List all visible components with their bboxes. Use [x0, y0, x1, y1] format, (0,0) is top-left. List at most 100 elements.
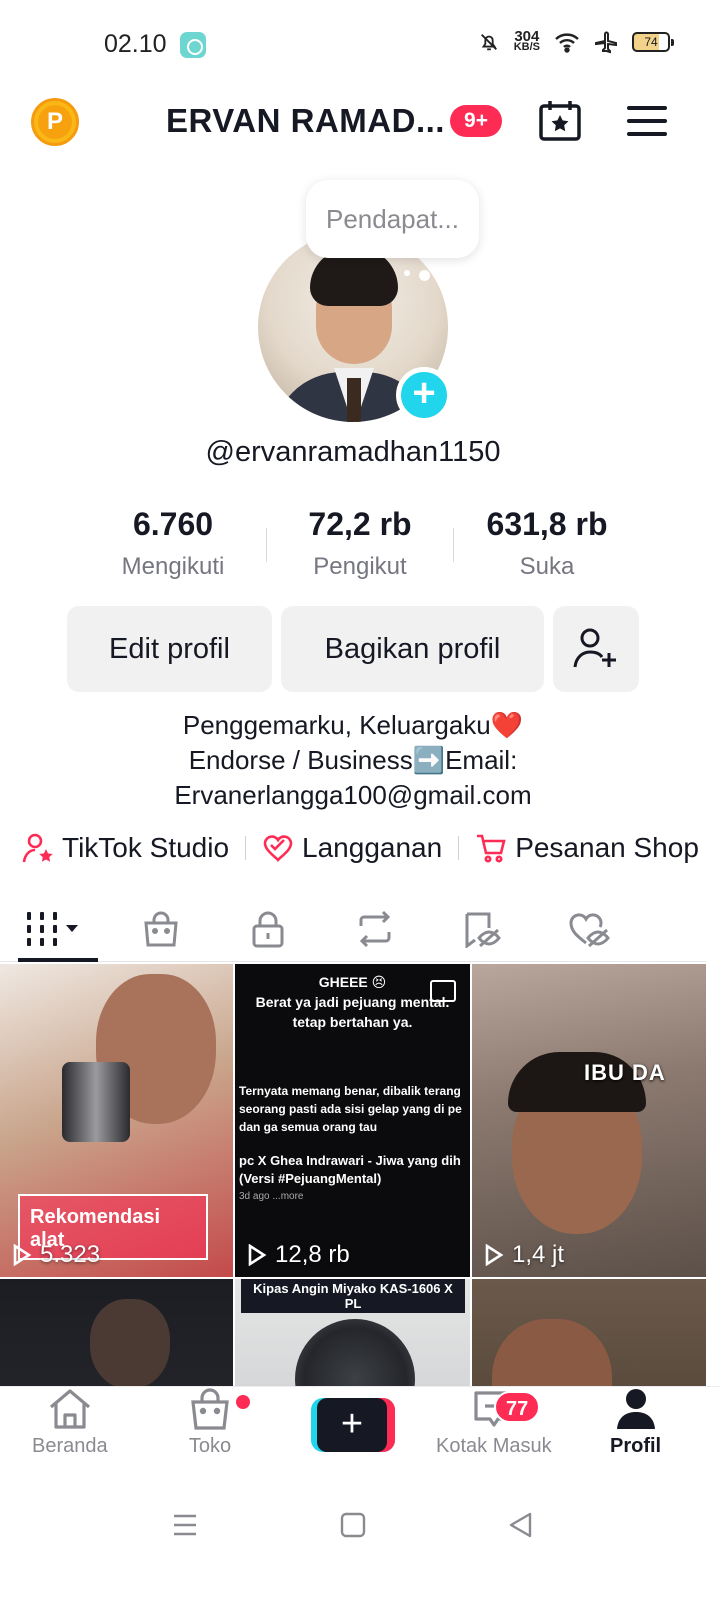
- network-speed-unit: KB/S: [513, 41, 540, 53]
- profile-shortcuts: TikTok Studio Langganan Pesanan Shop: [22, 828, 720, 868]
- back-triangle-icon[interactable]: [508, 1512, 534, 1538]
- edit-profile-button[interactable]: Edit profil: [67, 606, 272, 692]
- hamburger-menu-icon[interactable]: [626, 104, 668, 138]
- link-label: Pesanan Shop: [515, 832, 699, 863]
- divider: [458, 836, 460, 860]
- subscription-link[interactable]: Langganan: [262, 832, 442, 864]
- bio-line: Endorse / Business➡️Email:: [188, 745, 518, 775]
- subscription-icon: [263, 835, 293, 862]
- shopping-bag-icon: [191, 1388, 229, 1430]
- video-thumbnail[interactable]: IBU DA 1,4 jt: [472, 964, 706, 1277]
- caption-line: tetap bertahan ya.: [292, 1014, 413, 1030]
- video-caption: GHEEE 😣 Berat ya jadi pejuang mental. te…: [235, 972, 470, 1032]
- divider: [245, 836, 247, 860]
- tab-private[interactable]: [214, 896, 321, 961]
- note-bubble-tail: [404, 270, 410, 276]
- caption-text: Ternyata memang benar, dibalik terang se…: [239, 1084, 462, 1134]
- view-count: 1,4 jt: [484, 1241, 564, 1269]
- lock-icon: [252, 911, 283, 947]
- coin-letter: P: [38, 105, 72, 139]
- shopping-bag-icon: [143, 911, 178, 946]
- nav-shop[interactable]: Toko: [188, 1387, 232, 1458]
- profile-header: P ERVAN RAMAD... 9+: [0, 90, 720, 154]
- nav-label: Profil: [610, 1435, 662, 1457]
- stat-label: Suka: [519, 553, 575, 580]
- stat-likes[interactable]: 631,8 rb Suka: [454, 506, 640, 586]
- add-story-button[interactable]: +: [396, 367, 452, 423]
- thumbnail-fan: [295, 1319, 415, 1386]
- profile-person-icon: [616, 1389, 655, 1429]
- profile-bio: Penggemarku, Keluargaku❤️ Endorse / Busi…: [0, 708, 706, 813]
- stat-following[interactable]: 6.760 Mengikuti: [80, 506, 266, 586]
- play-icon: [248, 1244, 267, 1266]
- view-count: 12,8 rb: [247, 1241, 350, 1269]
- stat-value: 72,2 rb: [308, 506, 412, 542]
- plus-icon: +: [317, 1398, 387, 1452]
- caption-body: Ternyata memang benar, dibalik terang se…: [235, 1082, 470, 1206]
- nav-profile[interactable]: Profil: [610, 1387, 661, 1458]
- share-profile-button[interactable]: Bagikan profil: [281, 606, 544, 692]
- studio-icon: [22, 833, 53, 863]
- tab-liked[interactable]: [535, 896, 642, 961]
- tab-videos[interactable]: [0, 896, 107, 962]
- status-time: 02.10: [104, 30, 167, 58]
- caption-line: Berat ya jadi pejuang mental.: [255, 994, 450, 1010]
- stat-followers[interactable]: 72,2 rb Pengikut: [267, 506, 453, 586]
- view-count-text: 12,8 rb: [275, 1241, 350, 1268]
- stat-label: Pengikut: [313, 553, 407, 580]
- video-grid: Rekomendasi alat 5.323 GHEEE 😣 Berat ya …: [0, 964, 706, 1386]
- video-thumbnail[interactable]: GHEEE 😣 Berat ya jadi pejuang mental. te…: [235, 964, 470, 1277]
- link-label: TikTok Studio: [62, 832, 230, 863]
- recent-apps-icon[interactable]: [172, 1512, 198, 1538]
- tiktok-studio-link[interactable]: TikTok Studio: [22, 832, 229, 864]
- link-label: Langganan: [302, 832, 443, 863]
- app-notification-icon: [180, 32, 206, 58]
- wifi-icon: [555, 33, 579, 53]
- add-friend-button[interactable]: [553, 606, 639, 692]
- create-video-button[interactable]: +: [311, 1398, 395, 1452]
- system-navigation-bar: [0, 1490, 720, 1600]
- shop-orders-link[interactable]: Pesanan Shop: [475, 832, 699, 864]
- tab-reposts[interactable]: [321, 896, 428, 961]
- play-icon: [485, 1244, 504, 1266]
- view-count-text: 5.323: [40, 1241, 101, 1268]
- repost-icon: [359, 910, 390, 947]
- airplane-icon: [595, 31, 617, 54]
- caption-meta: 3d ago ...more: [239, 1191, 304, 1202]
- account-notification-badge[interactable]: 9+: [450, 105, 502, 137]
- battery-icon: 74: [632, 32, 674, 52]
- note-bubble[interactable]: Pendapat...: [306, 180, 479, 258]
- video-thumbnail[interactable]: Rekomendasi alat 5.323: [0, 964, 233, 1277]
- home-square-icon[interactable]: [340, 1512, 366, 1538]
- videos-grid-icon: [26, 911, 78, 946]
- account-switcher-title[interactable]: ERVAN RAMAD...: [166, 102, 445, 140]
- video-thumbnail[interactable]: [0, 1279, 233, 1386]
- home-icon: [49, 1389, 90, 1429]
- tab-shop[interactable]: [107, 896, 214, 961]
- bio-line: Penggemarku, Keluargaku❤️: [182, 710, 524, 740]
- calendar-star-icon[interactable]: [538, 100, 582, 142]
- caption-song: pc X Ghea Indrawari - Jiwa yang dih (Ver…: [239, 1153, 461, 1186]
- view-count-text: 1,4 jt: [512, 1241, 565, 1268]
- heart-hidden-icon: [568, 912, 610, 947]
- add-person-icon: [573, 628, 616, 668]
- video-thumbnail[interactable]: [472, 1279, 706, 1386]
- cart-icon: [477, 834, 506, 863]
- bookmark-hidden-icon: [465, 912, 501, 948]
- tab-favorites[interactable]: [428, 896, 535, 961]
- coin-icon[interactable]: P: [31, 98, 79, 146]
- thumbnail-cup: [62, 1062, 130, 1142]
- profile-tabs: [0, 896, 706, 962]
- bio-line: Ervanerlangga100@gmail.com: [174, 780, 532, 810]
- nav-home[interactable]: Beranda: [32, 1387, 108, 1458]
- status-icons: 304 KB/S 74: [478, 29, 674, 54]
- view-count: 5.323: [12, 1241, 100, 1269]
- caption-title: GHEEE 😣: [318, 974, 387, 990]
- stat-label: Mengikuti: [121, 553, 225, 580]
- mute-bell-icon: [480, 34, 497, 51]
- video-thumbnail[interactable]: Kipas Angin Miyako KAS-1606 X PL: [235, 1279, 470, 1386]
- shop-notification-dot: [236, 1395, 250, 1409]
- nav-label: Beranda: [32, 1435, 108, 1457]
- thumbnail-face: [492, 1319, 612, 1386]
- profile-handle: @ervanramadhan1150: [205, 436, 501, 468]
